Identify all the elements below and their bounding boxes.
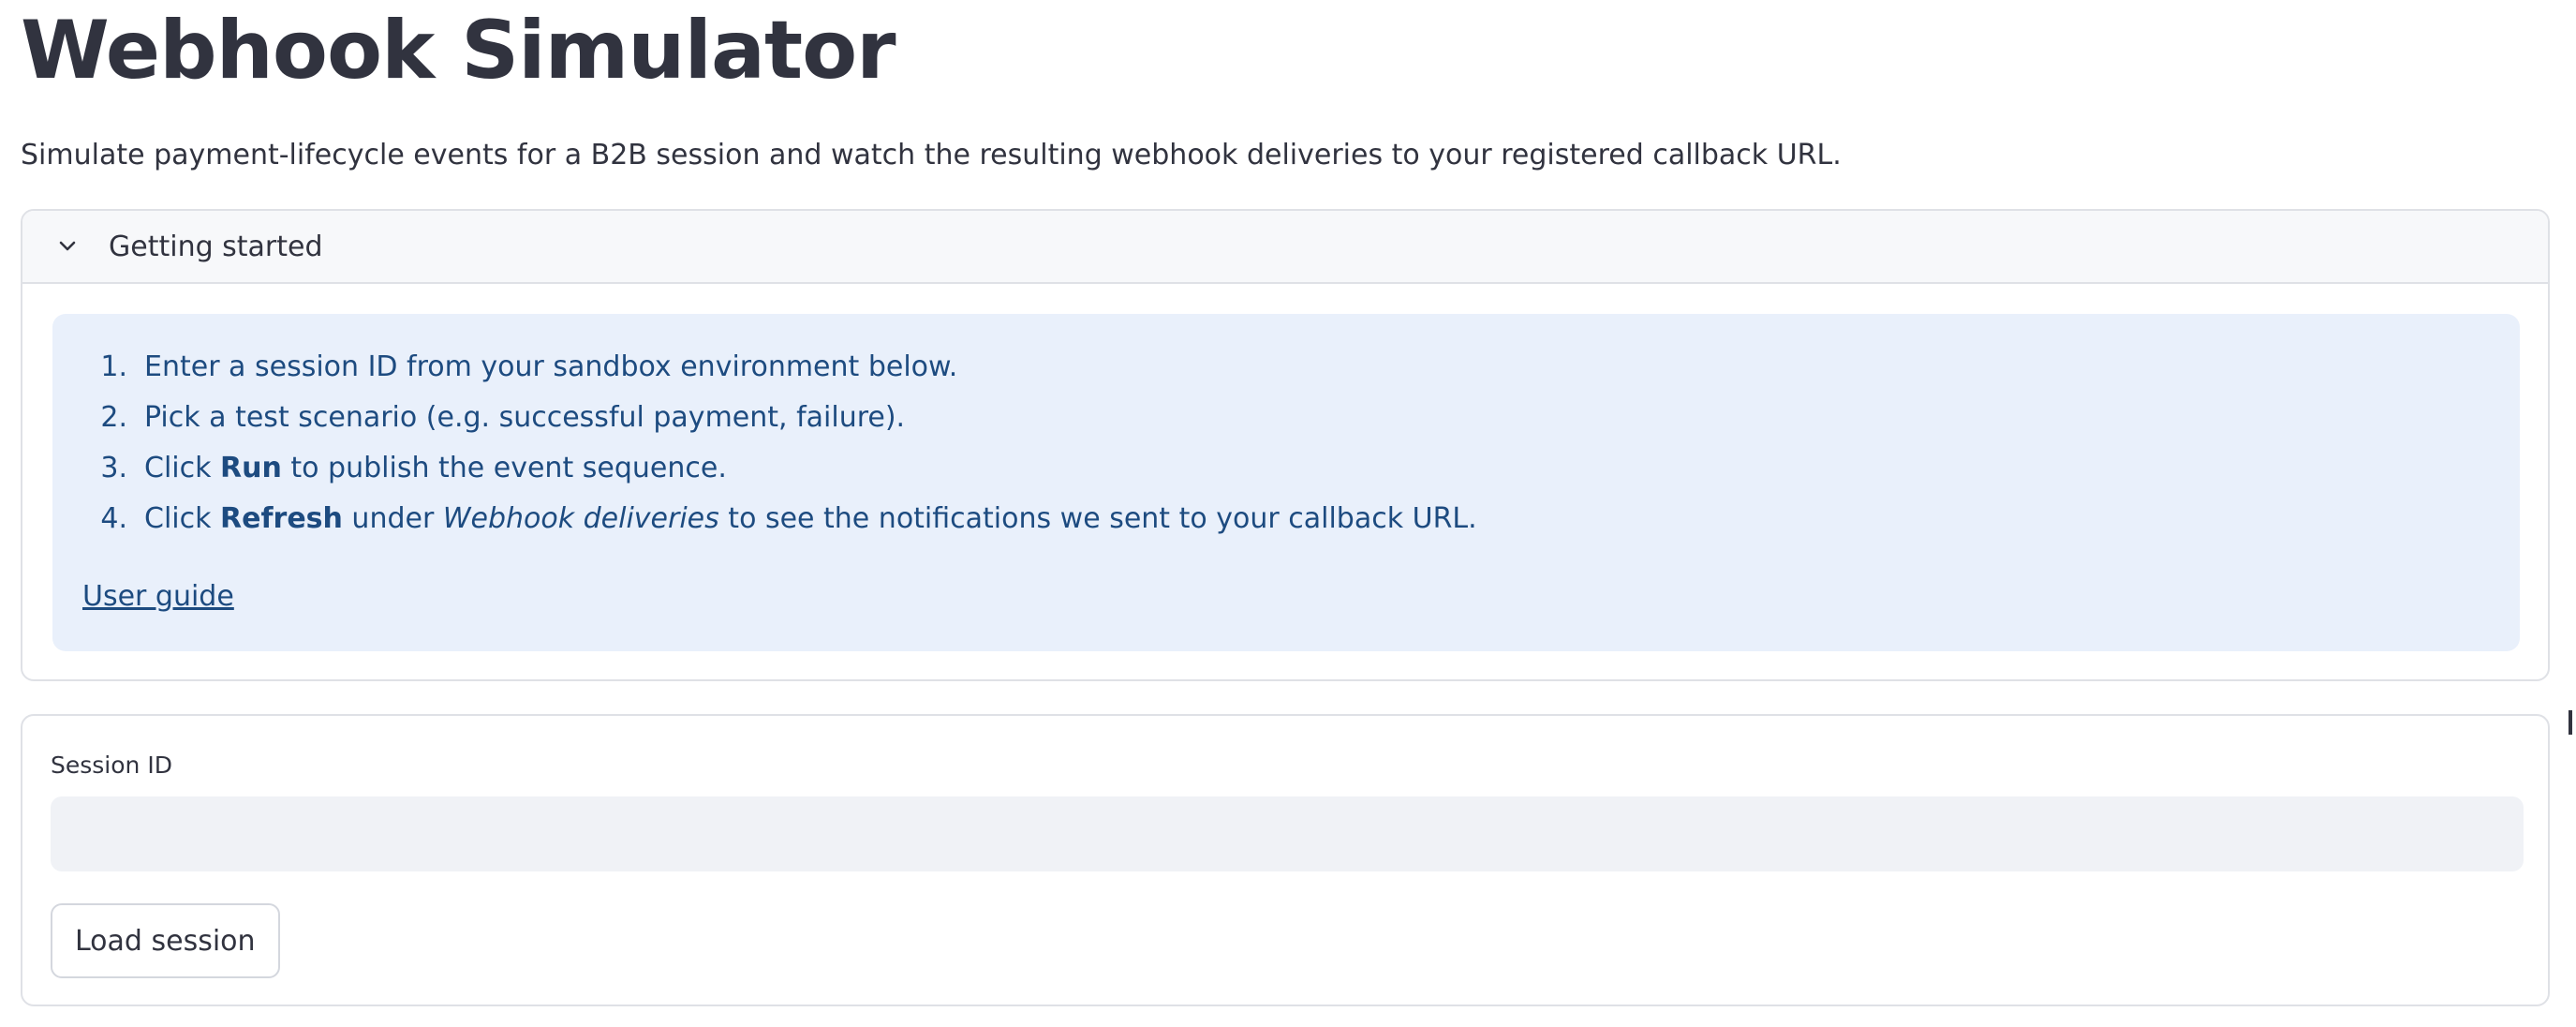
session-form: Session ID Load session — [21, 714, 2550, 1006]
step-text-pre: Click — [144, 502, 221, 535]
step-text-post: to see the notifications we sent to your… — [718, 502, 1477, 535]
step-text-pre: Click — [144, 452, 221, 484]
list-item: 1. Enter a session ID from your sandbox e… — [90, 342, 1477, 393]
chevron-down-icon — [51, 230, 84, 263]
step-number: 4. — [100, 502, 127, 535]
session-id-input[interactable] — [51, 796, 2524, 871]
text-cursor-icon — [2569, 710, 2572, 735]
list-item: 3. Click Run to publish the event sequenc… — [90, 443, 1477, 494]
info-box: 1. Enter a session ID from your sandbox e… — [52, 314, 2520, 651]
user-guide-link[interactable]: User guide — [82, 578, 234, 616]
list-item: 2. Pick a test scenario (e.g. successful … — [90, 393, 1477, 443]
step-number: 1. — [100, 350, 127, 383]
step-text-bold: Run — [220, 452, 282, 484]
step-number: 3. — [100, 452, 127, 484]
getting-started-expander: Getting started 1. Enter a session ID fro… — [21, 209, 2550, 681]
main-content: Webhook Simulator Simulate payment-lifec… — [21, 0, 2554, 1006]
step-text-post: to publish the event sequence. — [281, 452, 727, 484]
load-session-button[interactable]: Load session — [51, 903, 280, 978]
step-text-italic: Webhook deliveries — [442, 502, 719, 535]
step-text-bold: Refresh — [220, 502, 343, 535]
step-text: Enter a session ID from your sandbox env… — [144, 350, 958, 383]
step-text-mid: under — [342, 502, 443, 535]
expander-label: Getting started — [109, 230, 323, 263]
list-item: 4. Click Refresh under Webhook deliveries… — [90, 494, 1477, 544]
session-id-label: Session ID — [51, 752, 172, 779]
step-number: 2. — [100, 401, 127, 434]
page-title: Webhook Simulator — [21, 4, 896, 97]
step-text: Pick a test scenario (e.g. successful pa… — [144, 401, 906, 434]
steps-list: 1. Enter a session ID from your sandbox e… — [90, 342, 1477, 544]
expander-header[interactable]: Getting started — [22, 211, 2548, 284]
page-subtitle: Simulate payment-lifecycle events for a … — [21, 139, 1842, 171]
